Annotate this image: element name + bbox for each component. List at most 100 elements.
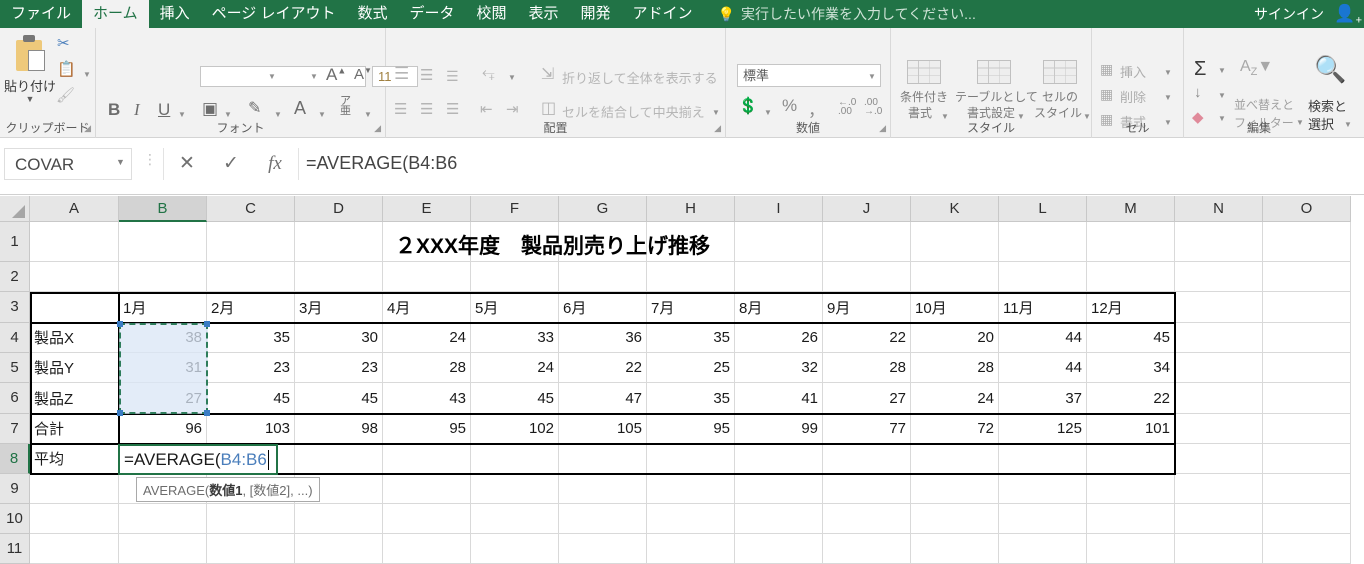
- cell-M7[interactable]: 101: [1087, 414, 1175, 444]
- tab-developer[interactable]: 開発: [570, 0, 622, 28]
- cell-styles-label-1[interactable]: セルの: [1031, 90, 1089, 104]
- cell-L1[interactable]: [999, 222, 1087, 262]
- enter-formula-button[interactable]: ✓: [212, 148, 250, 180]
- cell-F9[interactable]: [471, 474, 559, 504]
- cell-E11[interactable]: [383, 534, 471, 564]
- cell-M4[interactable]: 45: [1087, 323, 1175, 353]
- cell-J11[interactable]: [823, 534, 911, 564]
- cell-D11[interactable]: [295, 534, 383, 564]
- cell-J9[interactable]: [823, 474, 911, 504]
- cell-E2[interactable]: [383, 262, 471, 292]
- align-top-icon[interactable]: ☰: [394, 64, 409, 84]
- cell-E9[interactable]: [383, 474, 471, 504]
- cell-G9[interactable]: [559, 474, 647, 504]
- tab-insert[interactable]: 挿入: [149, 0, 201, 28]
- fill-color-dropdown-arrow[interactable]: ▼: [274, 110, 282, 119]
- marquee-handle-tr[interactable]: [204, 321, 210, 327]
- col-header-M[interactable]: M: [1087, 196, 1175, 222]
- cell-K1[interactable]: [911, 222, 999, 262]
- cell-I5[interactable]: 32: [735, 353, 823, 383]
- cell-styles-icon[interactable]: [1043, 60, 1077, 84]
- cell-K10[interactable]: [911, 504, 999, 534]
- cell-B11[interactable]: [119, 534, 207, 564]
- col-header-N[interactable]: N: [1175, 196, 1263, 222]
- cell-N6[interactable]: [1175, 383, 1263, 414]
- increase-decimal-icon[interactable]: ←.0.00: [838, 98, 856, 117]
- name-box-dropdown-arrow[interactable]: ▼: [116, 157, 125, 167]
- cell-F5[interactable]: 24: [471, 353, 559, 383]
- cell-I9[interactable]: [735, 474, 823, 504]
- cell-O10[interactable]: [1263, 504, 1351, 534]
- cell-B2[interactable]: [119, 262, 207, 292]
- autosum-sigma-icon[interactable]: Σ: [1194, 58, 1206, 81]
- cell-K8[interactable]: [911, 444, 999, 474]
- cell-A8[interactable]: 平均: [30, 444, 119, 474]
- cell-J4[interactable]: 22: [823, 323, 911, 353]
- cell-K2[interactable]: [911, 262, 999, 292]
- tab-view[interactable]: 表示: [518, 0, 570, 28]
- name-box[interactable]: COVAR: [4, 148, 132, 180]
- formula-bar-handle[interactable]: ⋮: [143, 152, 157, 166]
- cell-D7[interactable]: 98: [295, 414, 383, 444]
- cell-C5[interactable]: 23: [207, 353, 295, 383]
- cell-styles-label-2[interactable]: スタイル: [1029, 106, 1087, 120]
- fill-dropdown-arrow[interactable]: ▼: [1218, 91, 1226, 100]
- cell-H11[interactable]: [647, 534, 735, 564]
- col-header-B[interactable]: B: [119, 196, 207, 222]
- cell-L5[interactable]: 44: [999, 353, 1087, 383]
- align-bottom-icon[interactable]: ☰: [446, 68, 459, 85]
- row-header-5[interactable]: 5: [0, 353, 30, 383]
- cell-D6[interactable]: 45: [295, 383, 383, 414]
- insert-cells-icon[interactable]: ▦: [1100, 61, 1113, 78]
- cell-A3[interactable]: [30, 292, 119, 323]
- sort-filter-icon[interactable]: AZ▼: [1240, 58, 1273, 78]
- paste-icon[interactable]: [12, 34, 46, 74]
- cell-L11[interactable]: [999, 534, 1087, 564]
- row-header-3[interactable]: 3: [0, 292, 30, 323]
- cell-N11[interactable]: [1175, 534, 1263, 564]
- copy-dropdown-arrow[interactable]: ▼: [83, 70, 91, 79]
- sign-in-button[interactable]: サインイン: [1254, 0, 1324, 28]
- cell-E3[interactable]: 4月: [383, 292, 471, 323]
- cell-L10[interactable]: [999, 504, 1087, 534]
- paste-dropdown-arrow[interactable]: ▼: [0, 94, 60, 104]
- format-as-table-label-1[interactable]: テーブルとして: [955, 90, 1038, 104]
- cell-I6[interactable]: 41: [735, 383, 823, 414]
- cell-L3[interactable]: 11月: [999, 292, 1087, 323]
- cell-C6[interactable]: 45: [207, 383, 295, 414]
- cell-E5[interactable]: 28: [383, 353, 471, 383]
- col-header-D[interactable]: D: [295, 196, 383, 222]
- cell-G8[interactable]: [559, 444, 647, 474]
- cell-N5[interactable]: [1175, 353, 1263, 383]
- cell-G6[interactable]: 47: [559, 383, 647, 414]
- cell-O7[interactable]: [1263, 414, 1351, 444]
- cell-K3[interactable]: 10月: [911, 292, 999, 323]
- insert-function-icon[interactable]: fx: [256, 148, 294, 180]
- cell-K7[interactable]: 72: [911, 414, 999, 444]
- insert-dropdown-arrow[interactable]: ▼: [1164, 68, 1172, 77]
- cell-N8[interactable]: [1175, 444, 1263, 474]
- fill-color-icon[interactable]: ✎: [248, 98, 261, 118]
- cell-A11[interactable]: [30, 534, 119, 564]
- row-header-6[interactable]: 6: [0, 383, 30, 414]
- cell-I7[interactable]: 99: [735, 414, 823, 444]
- borders-icon[interactable]: ▣: [202, 99, 218, 119]
- cell-D8[interactable]: [295, 444, 383, 474]
- cell-O6[interactable]: [1263, 383, 1351, 414]
- row-header-10[interactable]: 10: [0, 504, 30, 534]
- cell-I10[interactable]: [735, 504, 823, 534]
- cell-I11[interactable]: [735, 534, 823, 564]
- cell-J1[interactable]: [823, 222, 911, 262]
- cell-A7[interactable]: 合計: [30, 414, 119, 444]
- cell-N2[interactable]: [1175, 262, 1263, 292]
- col-header-K[interactable]: K: [911, 196, 999, 222]
- cell-H9[interactable]: [647, 474, 735, 504]
- cell-F6[interactable]: 45: [471, 383, 559, 414]
- cell-E10[interactable]: [383, 504, 471, 534]
- cell-G2[interactable]: [559, 262, 647, 292]
- cell-K6[interactable]: 24: [911, 383, 999, 414]
- cell-J10[interactable]: [823, 504, 911, 534]
- cell-K4[interactable]: 20: [911, 323, 999, 353]
- cancel-formula-button[interactable]: ✕: [168, 148, 206, 180]
- scissors-icon[interactable]: ✂: [57, 34, 70, 52]
